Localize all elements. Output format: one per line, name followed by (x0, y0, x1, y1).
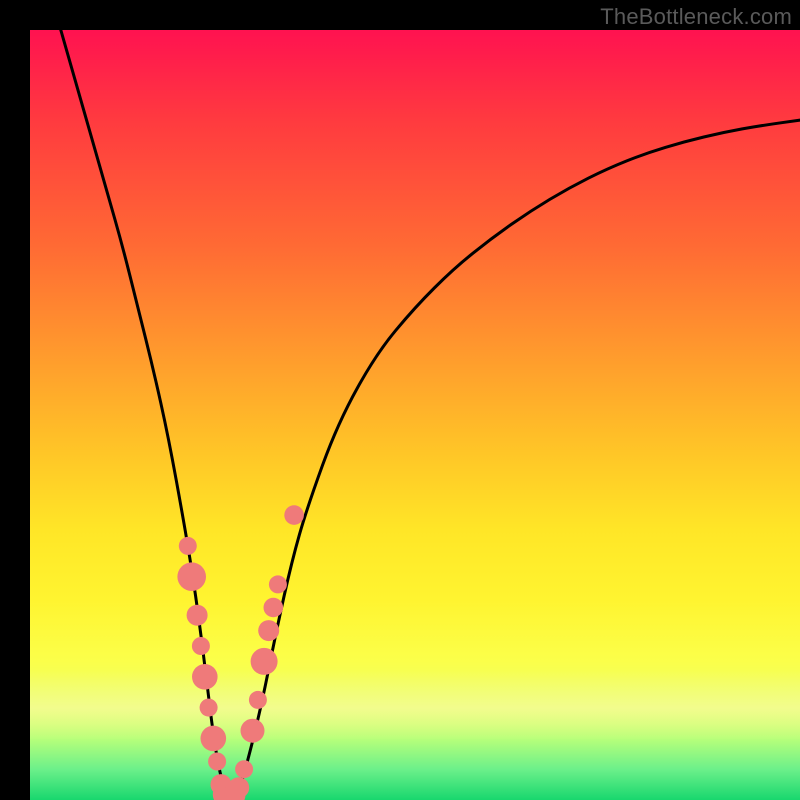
scatter-marker (201, 726, 227, 752)
scatter-marker (269, 575, 287, 593)
plot-area (30, 30, 800, 800)
scatter-marker (177, 562, 206, 591)
scatter-marker (200, 699, 218, 717)
scatter-marker (187, 605, 208, 626)
scatter-marker (241, 719, 265, 743)
scatter-marker (251, 648, 278, 675)
scatter-marker (235, 760, 253, 778)
scatter-marker (192, 664, 218, 690)
marker-group (177, 505, 304, 800)
scatter-marker (208, 753, 226, 771)
chart-frame: TheBottleneck.com (0, 0, 800, 800)
scatter-marker (264, 598, 284, 618)
chart-svg (30, 30, 800, 800)
bottleneck-curve (61, 30, 800, 797)
watermark-text: TheBottleneck.com (600, 4, 792, 30)
scatter-marker (249, 691, 267, 709)
scatter-marker (192, 637, 210, 655)
scatter-marker (228, 777, 249, 798)
scatter-marker (179, 537, 197, 555)
scatter-marker (284, 505, 304, 525)
scatter-marker (258, 620, 279, 641)
